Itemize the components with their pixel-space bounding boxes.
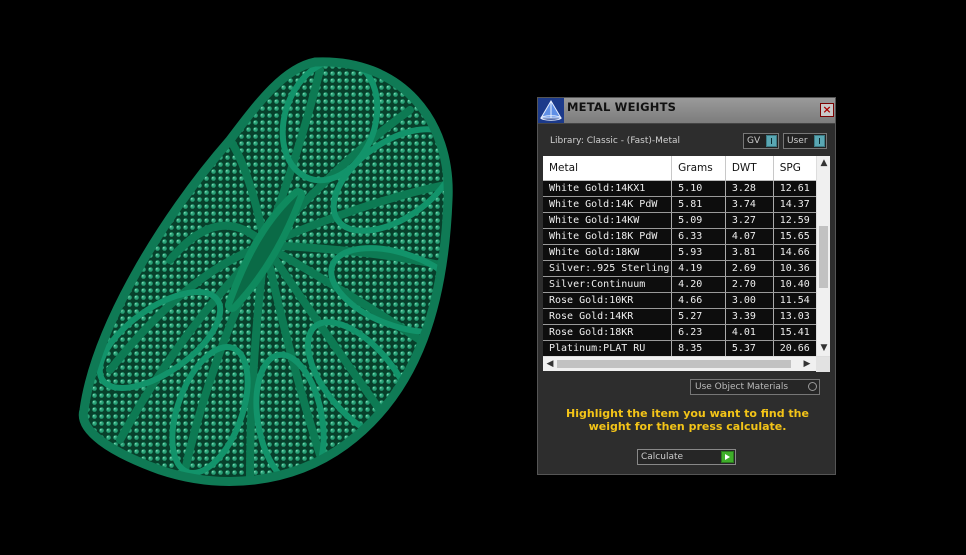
vertical-scroll-thumb[interactable] (819, 226, 828, 288)
horizontal-scroll-thumb[interactable] (557, 360, 791, 368)
instructions-text: Highlight the item you want to find the … (566, 407, 809, 433)
column-header-dwt[interactable]: DWT (725, 156, 774, 181)
cell-grams: 5.81 (671, 196, 726, 213)
calculate-button[interactable]: Calculate (637, 449, 736, 465)
cell-grams: 5.09 (671, 212, 726, 229)
cell-metal: Silver:.925 Sterling (543, 260, 673, 277)
cell-grams: 5.93 (671, 244, 726, 261)
column-header-grams[interactable]: Grams (671, 156, 726, 181)
cell-metal: White Gold:14KX1 (543, 180, 673, 197)
table-row[interactable]: White Gold:18KW 5.93 3.81 14.66 (543, 244, 830, 261)
toggle-switch-icon (814, 135, 825, 147)
cell-grams: 5.27 (671, 308, 726, 325)
calculate-button-label: Calculate (641, 452, 684, 462)
table-row[interactable]: Rose Gold:14KR 5.27 3.39 13.03 (543, 308, 830, 325)
cell-dwt: 3.28 (725, 180, 774, 197)
cell-grams: 4.20 (671, 276, 726, 293)
play-arrow-icon (721, 451, 734, 463)
cell-dwt: 3.00 (725, 292, 774, 309)
table-row[interactable]: White Gold:14KX1 5.10 3.28 12.61 (543, 180, 830, 197)
cell-dwt: 2.70 (725, 276, 774, 293)
cell-dwt: 2.69 (725, 260, 774, 277)
table-row[interactable]: Rose Gold:18KR 6.23 4.01 15.41 (543, 324, 830, 341)
table-row[interactable]: White Gold:14K PdW 5.81 3.74 14.37 (543, 196, 830, 213)
dialog-title: METAL WEIGHTS (567, 100, 677, 114)
column-header-metal[interactable]: Metal (543, 156, 673, 181)
scroll-left-icon[interactable]: ◀ (544, 358, 556, 370)
cell-metal: White Gold:14KW (543, 212, 673, 229)
metal-table-container[interactable]: Metal Grams DWT SPG White Gold:14KX1 5.10… (543, 156, 830, 356)
use-object-materials-label: Use Object Materials (695, 382, 789, 392)
radio-icon[interactable] (808, 382, 817, 391)
app-pyramid-icon (538, 98, 564, 123)
close-button[interactable]: × (820, 103, 834, 117)
cell-metal: White Gold:18K PdW (543, 228, 673, 245)
cell-dwt: 4.01 (725, 324, 774, 341)
filigree-ring-model[interactable] (0, 0, 520, 555)
cell-grams: 4.19 (671, 260, 726, 277)
metal-table: Metal Grams DWT SPG White Gold:14KX1 5.10… (543, 156, 830, 356)
table-row[interactable]: White Gold:18K PdW 6.33 4.07 15.65 (543, 228, 830, 245)
cell-dwt: 3.39 (725, 308, 774, 325)
vertical-scrollbar[interactable]: ▲ ▼ (816, 156, 830, 356)
cell-metal: Silver:Continuum (543, 276, 673, 293)
user-toggle-label: User (787, 136, 808, 146)
close-icon: × (822, 103, 832, 116)
scroll-right-icon[interactable]: ▶ (801, 358, 813, 370)
scrollbar-corner (816, 357, 830, 372)
cell-grams: 6.33 (671, 228, 726, 245)
gv-toggle-label: GV (747, 136, 761, 146)
cell-dwt: 3.27 (725, 212, 774, 229)
cell-grams: 5.10 (671, 180, 726, 197)
cell-metal: Rose Gold:14KR (543, 308, 673, 325)
scroll-up-icon[interactable]: ▲ (818, 157, 830, 169)
cell-metal: Rose Gold:10KR (543, 292, 673, 309)
scroll-down-icon[interactable]: ▼ (818, 342, 830, 354)
cell-metal: Rose Gold:18KR (543, 324, 673, 341)
cell-grams: 8.35 (671, 340, 726, 356)
cell-dwt: 3.74 (725, 196, 774, 213)
metal-weights-dialog: METAL WEIGHTS × Library: Classic - (Fast… (537, 97, 836, 475)
table-header-row: Metal Grams DWT SPG (543, 156, 830, 181)
gv-toggle[interactable]: GV (743, 133, 779, 149)
cell-dwt: 5.37 (725, 340, 774, 356)
table-row[interactable]: Platinum:PLAT RU 8.35 5.37 20.66 (543, 340, 830, 356)
cell-dwt: 3.81 (725, 244, 774, 261)
toggle-switch-icon (766, 135, 777, 147)
table-row[interactable]: Silver:.925 Sterling 4.19 2.69 10.36 (543, 260, 830, 277)
cell-grams: 4.66 (671, 292, 726, 309)
user-toggle[interactable]: User (783, 133, 827, 149)
cell-grams: 6.23 (671, 324, 726, 341)
dialog-titlebar[interactable]: METAL WEIGHTS × (538, 98, 835, 124)
horizontal-scrollbar[interactable]: ◀ ▶ (543, 356, 830, 372)
table-row[interactable]: Rose Gold:10KR 4.66 3.00 11.54 (543, 292, 830, 309)
cell-dwt: 4.07 (725, 228, 774, 245)
cell-metal: White Gold:18KW (543, 244, 673, 261)
use-object-materials-toggle[interactable]: Use Object Materials (690, 379, 820, 395)
library-label: Library: Classic - (Fast)-Metal (550, 136, 681, 146)
cell-metal: Platinum:PLAT RU (543, 340, 673, 356)
table-row[interactable]: White Gold:14KW 5.09 3.27 12.59 (543, 212, 830, 229)
cell-metal: White Gold:14K PdW (543, 196, 673, 213)
table-row[interactable]: Silver:Continuum 4.20 2.70 10.40 (543, 276, 830, 293)
3d-viewport[interactable] (0, 0, 520, 555)
